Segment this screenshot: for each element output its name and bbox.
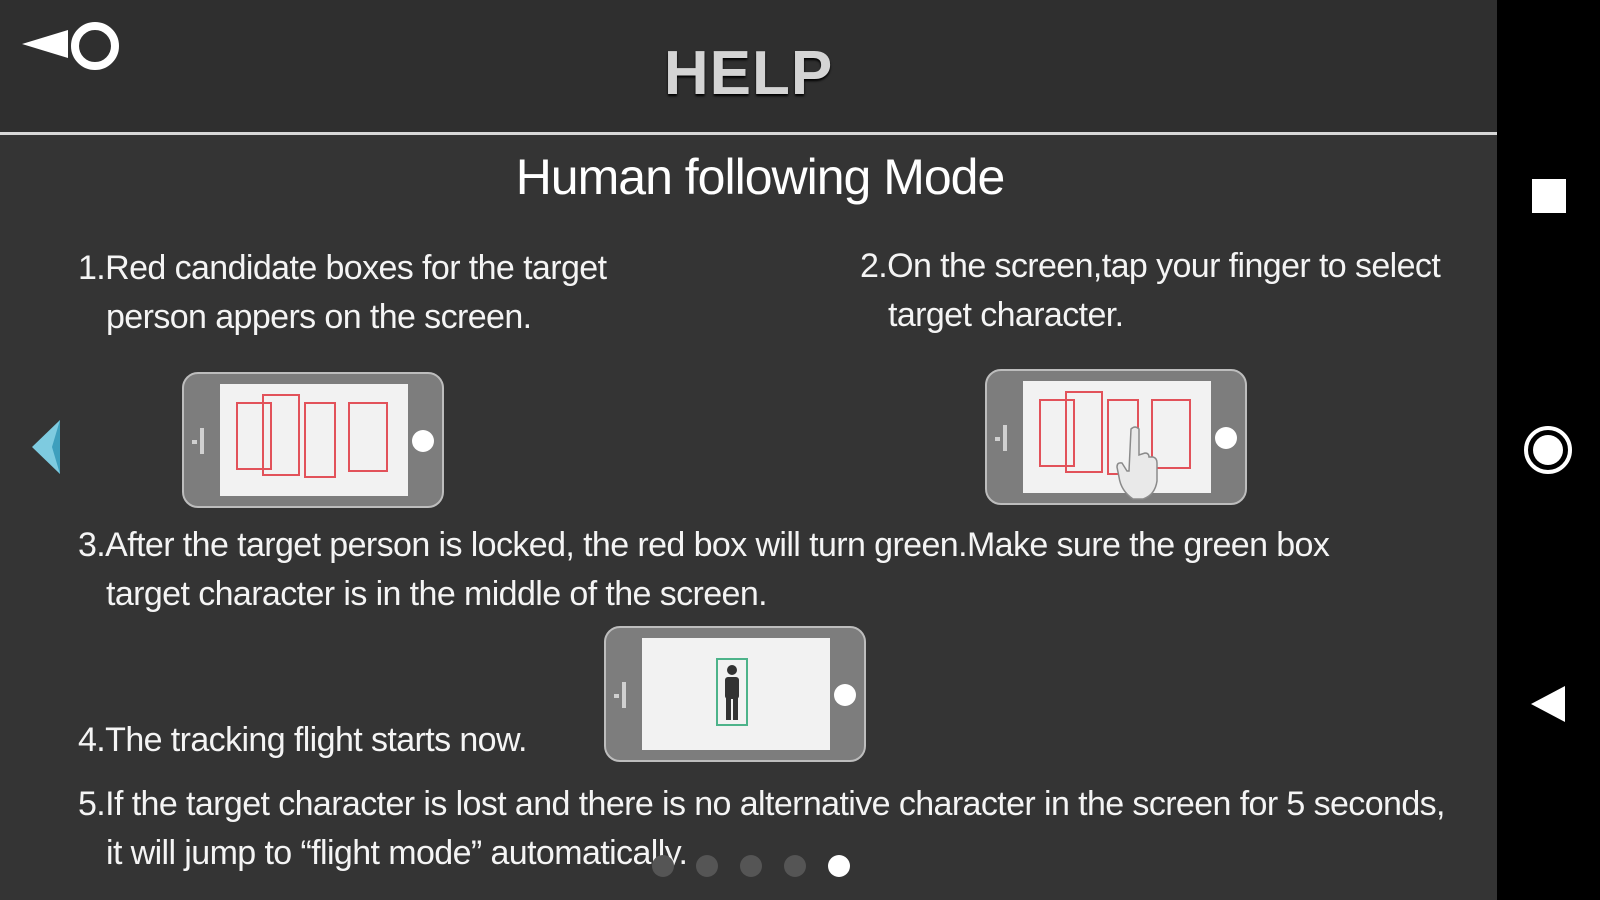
circle-icon	[1524, 426, 1572, 474]
help-step-2: 2.On the screen,tap your finger to selec…	[860, 242, 1441, 340]
phone-illustration-candidates	[182, 372, 444, 508]
step-5-line-1: 5.If the target character is lost and th…	[78, 785, 1445, 823]
phone-screen	[220, 384, 408, 496]
section-title: Human following Mode	[515, 149, 1006, 205]
help-step-3: 3.After the target person is locked, the…	[78, 521, 1330, 619]
step-2-line-1: 2.On the screen,tap your finger to selec…	[860, 247, 1441, 285]
chevron-left-icon	[32, 420, 60, 474]
system-nav-bar	[1497, 0, 1600, 900]
page-dot[interactable]	[828, 855, 850, 877]
square-icon	[1532, 179, 1566, 213]
previous-page-button[interactable]	[28, 418, 64, 476]
page-dot[interactable]	[696, 855, 718, 877]
recents-button[interactable]	[1497, 156, 1600, 236]
triangle-left-icon	[1531, 686, 1565, 722]
candidate-box	[262, 394, 300, 476]
phone-illustration-locked	[604, 626, 866, 762]
candidate-box	[304, 402, 336, 478]
step-3-line-1: 3.After the target person is locked, the…	[78, 526, 1330, 564]
phone-home-button-icon	[834, 684, 856, 706]
help-step-1: 1.Red candidate boxes for the target per…	[78, 244, 607, 342]
step-3-line-2: target character is in the middle of the…	[106, 575, 768, 613]
page-dot[interactable]	[740, 855, 762, 877]
step-4-line-1: 4.The tracking flight starts now.	[78, 721, 527, 759]
page-title: HELP	[663, 39, 834, 108]
step-1-line-2: person appers on the screen.	[106, 298, 532, 336]
candidate-box	[1065, 391, 1103, 473]
step-5-line-2: it will jump to “flight mode” automatica…	[106, 834, 688, 872]
phone-speaker-icon	[614, 682, 626, 708]
header-bar: HELP	[0, 0, 1497, 135]
home-button[interactable]	[1497, 410, 1600, 490]
tap-finger-icon	[1116, 426, 1158, 500]
step-2-line-2: target character.	[888, 296, 1124, 334]
phone-speaker-icon	[995, 425, 1007, 451]
person-icon	[725, 665, 739, 720]
phone-home-button-icon	[412, 430, 434, 452]
candidate-box	[348, 402, 388, 472]
back-nav-button[interactable]	[1497, 664, 1600, 744]
help-screen: HELP Human following Mode 1.Red candidat…	[0, 0, 1497, 900]
help-step-4: 4.The tracking flight starts now.	[78, 716, 527, 765]
page-dot[interactable]	[784, 855, 806, 877]
phone-illustration-tap	[985, 369, 1247, 505]
phone-speaker-icon	[192, 428, 204, 454]
step-1-line-1: 1.Red candidate boxes for the target	[78, 249, 607, 287]
phone-screen	[1023, 381, 1211, 500]
phone-screen	[642, 638, 830, 750]
phone-home-button-icon	[1215, 427, 1237, 449]
page-dot[interactable]	[652, 855, 674, 877]
